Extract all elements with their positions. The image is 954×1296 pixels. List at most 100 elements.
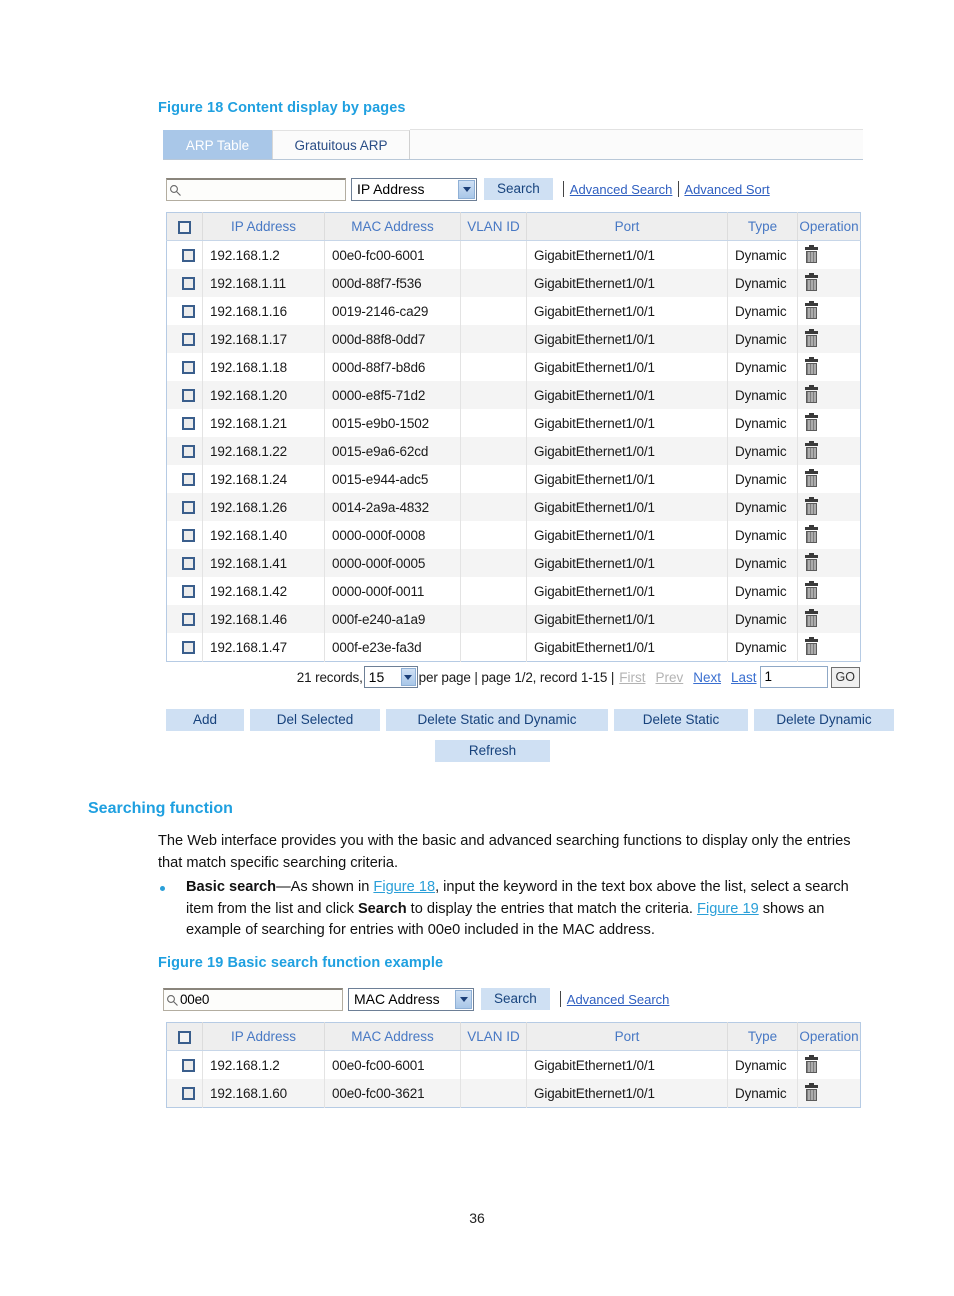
- row-checkbox[interactable]: [181, 305, 195, 319]
- next-page-link[interactable]: Next: [693, 670, 721, 685]
- col-type-fig19[interactable]: Type: [727, 1022, 798, 1051]
- figure-18-reference[interactable]: Figure 18: [373, 879, 435, 895]
- row-select-cell[interactable]: [166, 353, 203, 381]
- delete-icon[interactable]: [805, 329, 818, 348]
- row-select-cell[interactable]: [166, 493, 203, 521]
- col-port[interactable]: Port: [526, 212, 728, 241]
- row-select-cell[interactable]: [166, 240, 203, 269]
- search-input[interactable]: [166, 177, 346, 201]
- cell-operation[interactable]: [797, 325, 861, 353]
- cell-operation[interactable]: [797, 465, 861, 493]
- row-select-cell[interactable]: [166, 1079, 203, 1108]
- row-select-cell[interactable]: [166, 325, 203, 353]
- col-vlan-id-fig19[interactable]: VLAN ID: [460, 1022, 527, 1051]
- row-select-cell[interactable]: [166, 409, 203, 437]
- col-mac-address[interactable]: MAC Address: [324, 212, 461, 241]
- col-vlan-id[interactable]: VLAN ID: [460, 212, 527, 241]
- del-selected-button[interactable]: Del Selected: [250, 709, 380, 731]
- delete-icon[interactable]: [805, 273, 818, 292]
- row-select-cell[interactable]: [166, 465, 203, 493]
- delete-icon[interactable]: [805, 581, 818, 600]
- row-checkbox[interactable]: [181, 277, 195, 291]
- cell-operation[interactable]: [797, 297, 861, 325]
- col-mac-address-fig19[interactable]: MAC Address: [324, 1022, 461, 1051]
- delete-icon[interactable]: [805, 525, 818, 544]
- row-select-cell[interactable]: [166, 1050, 203, 1079]
- row-checkbox[interactable]: [181, 501, 195, 515]
- search-button[interactable]: Search: [484, 178, 553, 200]
- delete-dynamic-button[interactable]: Delete Dynamic: [754, 709, 894, 731]
- search-field-select-fig19[interactable]: MAC Address: [348, 987, 474, 1011]
- cell-operation[interactable]: [797, 240, 861, 269]
- row-select-cell[interactable]: [166, 633, 203, 662]
- cell-operation[interactable]: [797, 1050, 861, 1079]
- go-button[interactable]: GO: [830, 666, 860, 688]
- delete-icon[interactable]: [805, 1055, 818, 1074]
- delete-icon[interactable]: [805, 245, 818, 264]
- row-select-cell[interactable]: [166, 605, 203, 633]
- cell-operation[interactable]: [797, 409, 861, 437]
- cell-operation[interactable]: [797, 521, 861, 549]
- add-button[interactable]: Add: [166, 709, 244, 731]
- per-page-select[interactable]: 15: [363, 666, 418, 688]
- row-checkbox[interactable]: [181, 473, 195, 487]
- cell-operation[interactable]: [797, 605, 861, 633]
- select-all-checkbox-fig19[interactable]: [178, 1030, 191, 1044]
- row-select-cell[interactable]: [166, 437, 203, 465]
- search-button-fig19[interactable]: Search: [481, 988, 550, 1010]
- row-checkbox[interactable]: [181, 1087, 195, 1101]
- col-type[interactable]: Type: [727, 212, 798, 241]
- cell-operation[interactable]: [797, 269, 861, 297]
- cell-operation[interactable]: [797, 381, 861, 409]
- col-ip-address-fig19[interactable]: IP Address: [202, 1022, 325, 1051]
- cell-operation[interactable]: [797, 1079, 861, 1108]
- delete-icon[interactable]: [805, 609, 818, 628]
- row-select-cell[interactable]: [166, 297, 203, 325]
- cell-operation[interactable]: [797, 353, 861, 381]
- cell-operation[interactable]: [797, 437, 861, 465]
- delete-icon[interactable]: [805, 637, 818, 656]
- row-checkbox[interactable]: [181, 641, 195, 655]
- row-select-cell[interactable]: [166, 521, 203, 549]
- row-select-cell[interactable]: [166, 269, 203, 297]
- page-number-input[interactable]: 1: [759, 666, 828, 688]
- cell-operation[interactable]: [797, 633, 861, 662]
- tab-arp-table[interactable]: ARP Table: [163, 130, 272, 159]
- delete-icon[interactable]: [805, 301, 818, 320]
- cell-operation[interactable]: [797, 549, 861, 577]
- delete-icon[interactable]: [805, 413, 818, 432]
- row-checkbox[interactable]: [181, 417, 195, 431]
- search-input-fig19[interactable]: 00e0: [163, 987, 343, 1011]
- last-page-link[interactable]: Last: [731, 670, 757, 685]
- row-checkbox[interactable]: [181, 361, 195, 375]
- row-checkbox[interactable]: [181, 585, 195, 599]
- cell-operation[interactable]: [797, 577, 861, 605]
- delete-icon[interactable]: [805, 385, 818, 404]
- select-all-header[interactable]: [166, 212, 203, 241]
- advanced-sort-link[interactable]: Advanced Sort: [684, 182, 769, 197]
- advanced-search-link[interactable]: Advanced Search: [570, 182, 673, 197]
- row-select-cell[interactable]: [166, 381, 203, 409]
- delete-icon[interactable]: [805, 1083, 818, 1102]
- delete-icon[interactable]: [805, 497, 818, 516]
- cell-operation[interactable]: [797, 493, 861, 521]
- row-checkbox[interactable]: [181, 557, 195, 571]
- row-checkbox[interactable]: [181, 613, 195, 627]
- delete-static-button[interactable]: Delete Static: [614, 709, 748, 731]
- row-checkbox[interactable]: [181, 333, 195, 347]
- delete-icon[interactable]: [805, 553, 818, 572]
- col-port-fig19[interactable]: Port: [526, 1022, 728, 1051]
- row-checkbox[interactable]: [181, 389, 195, 403]
- search-field-select[interactable]: IP Address: [351, 177, 477, 201]
- advanced-search-link-fig19[interactable]: Advanced Search: [567, 992, 670, 1007]
- refresh-button[interactable]: Refresh: [435, 740, 550, 762]
- delete-icon[interactable]: [805, 357, 818, 376]
- delete-icon[interactable]: [805, 441, 818, 460]
- delete-icon[interactable]: [805, 469, 818, 488]
- row-select-cell[interactable]: [166, 549, 203, 577]
- col-ip-address[interactable]: IP Address: [202, 212, 325, 241]
- row-checkbox[interactable]: [181, 249, 195, 263]
- select-all-header-fig19[interactable]: [166, 1022, 203, 1051]
- tab-gratuitous-arp[interactable]: Gratuitous ARP: [272, 130, 410, 159]
- select-all-checkbox[interactable]: [178, 220, 191, 234]
